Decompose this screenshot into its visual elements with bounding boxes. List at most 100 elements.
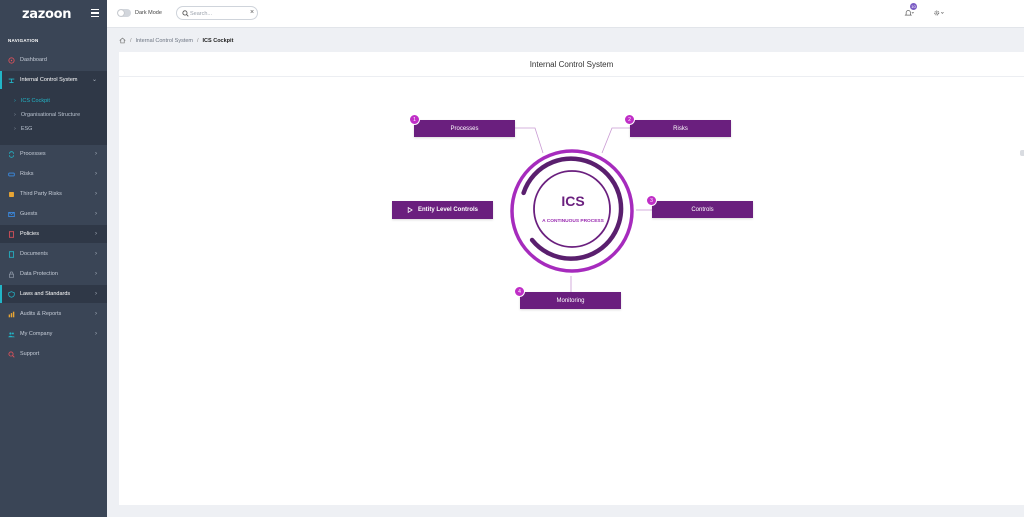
- chevron-right-icon: ›: [14, 98, 16, 104]
- topbar: Dark Mode × 10: [107, 0, 1024, 28]
- ics-center-title: ICS: [561, 193, 585, 209]
- control-system-icon: [8, 77, 15, 84]
- sidebar-item-label: My Company: [20, 331, 53, 337]
- sidebar-item-label: Data Protection: [20, 271, 58, 277]
- audits-icon: [8, 311, 15, 318]
- processes-icon: [8, 150, 15, 158]
- sidebar-item-label: Support: [20, 351, 40, 357]
- step-label: Risks: [673, 125, 688, 132]
- sidebar-item-data-protection[interactable]: Data Protection ›: [0, 265, 107, 283]
- close-icon[interactable]: ×: [250, 9, 254, 16]
- sidebar-item-label: Risks: [20, 171, 34, 177]
- sidebar-item-laws-and-standards[interactable]: Laws and Standards ›: [0, 285, 107, 303]
- support-icon: [8, 350, 15, 358]
- sidebar-item-label: Laws and Standards: [20, 291, 71, 297]
- step-number-badge: 3: [646, 195, 657, 206]
- sidebar-item-policies[interactable]: Policies ›: [0, 225, 107, 243]
- breadcrumb-separator: /: [197, 37, 199, 44]
- chevron-right-icon: ›: [95, 191, 97, 197]
- step-box-monitoring[interactable]: Monitoring: [520, 292, 621, 309]
- sidebar-item-label: Internal Control System: [20, 77, 78, 83]
- step-box-controls[interactable]: Controls: [652, 201, 753, 218]
- divider: [119, 76, 1024, 77]
- sidebar: zazoon NAVIGATION Dashboard Internal Con…: [0, 0, 107, 517]
- sidebar-item-dashboard[interactable]: Dashboard: [0, 51, 107, 69]
- search-input[interactable]: [190, 9, 248, 18]
- step-label: Processes: [450, 125, 479, 132]
- breadcrumb-link[interactable]: Internal Control System: [136, 38, 193, 44]
- sidebar-item-audits-reports[interactable]: Audits & Reports ›: [0, 305, 107, 323]
- subnav-item-label: ESG: [20, 126, 33, 132]
- chevron-right-icon: ›: [95, 251, 97, 257]
- search-icon: [182, 10, 189, 19]
- play-icon: [407, 207, 413, 213]
- chevron-right-icon: ›: [95, 171, 97, 177]
- chevron-right-icon: ›: [95, 231, 97, 237]
- dark-mode-toggle[interactable]: [117, 9, 131, 17]
- sidebar-item-documents[interactable]: Documents ›: [0, 245, 107, 263]
- sidebar-item-guests[interactable]: Guests ›: [0, 205, 107, 223]
- subnav-item-organisational-structure[interactable]: › Organisational Structure: [14, 112, 80, 118]
- sidebar-item-support[interactable]: Support: [0, 345, 107, 363]
- step-number-badge: 1: [409, 114, 420, 125]
- entity-level-controls-label: Entity Level Controls: [417, 207, 478, 213]
- ics-center-subtitle: A CONTINUOUS PROCESS: [542, 219, 604, 224]
- subnav-item-esg[interactable]: › ESG: [14, 126, 32, 132]
- sidebar-item-my-company[interactable]: My Company ›: [0, 325, 107, 343]
- company-icon: [8, 331, 15, 338]
- chevron-right-icon: ›: [95, 271, 97, 277]
- subnav-item-label: ICS Cockpit: [20, 98, 50, 104]
- chevron-right-icon: ›: [14, 126, 16, 132]
- sidebar-item-third-party-risks[interactable]: Third Party Risks ›: [0, 185, 107, 203]
- step-box-processes[interactable]: Processes: [414, 120, 515, 137]
- search-box: ×: [176, 6, 258, 20]
- chevron-down-icon: ⌄: [91, 77, 97, 83]
- content-card: Internal Control System: [119, 52, 1024, 505]
- gear-icon[interactable]: [933, 9, 945, 19]
- sidebar-item-label: Documents: [20, 251, 48, 257]
- notification-badge: 10: [910, 3, 917, 10]
- page-title: Internal Control System: [529, 60, 614, 69]
- hamburger-menu-icon[interactable]: [91, 9, 99, 17]
- breadcrumb-current: ICS Cockpit: [202, 37, 234, 44]
- chevron-right-icon: ›: [95, 151, 97, 157]
- sidebar-item-processes[interactable]: Processes ›: [0, 145, 107, 163]
- breadcrumb: / Internal Control System / ICS Cockpit: [119, 36, 233, 45]
- sidebar-item-label: Policies: [20, 231, 39, 237]
- sidebar-item-label: Third Party Risks: [20, 191, 62, 197]
- policies-icon: [8, 230, 15, 238]
- breadcrumb-separator: /: [130, 37, 132, 44]
- subnav-item-ics-cockpit[interactable]: › ICS Cockpit: [14, 98, 50, 104]
- sidebar-item-label: Dashboard: [20, 57, 47, 63]
- home-icon[interactable]: [119, 37, 126, 44]
- entity-level-controls-button[interactable]: Entity Level Controls: [392, 201, 493, 219]
- risks-icon: [8, 171, 15, 178]
- shield-icon: [8, 290, 15, 298]
- guests-icon: [8, 211, 15, 218]
- step-number-badge: 2: [624, 114, 635, 125]
- subnav: › ICS Cockpit › Organisational Structure ›…: [0, 89, 107, 145]
- documents-icon: [8, 250, 15, 258]
- step-label: Controls: [691, 206, 714, 213]
- scroll-handle[interactable]: [1020, 150, 1024, 156]
- sidebar-item-label: Audits & Reports: [20, 311, 62, 317]
- chevron-right-icon: ›: [95, 211, 97, 217]
- bell-icon[interactable]: [904, 9, 914, 19]
- dark-mode-label: Dark Mode: [135, 10, 162, 16]
- step-label: Monitoring: [556, 297, 585, 304]
- sidebar-item-label: Guests: [20, 211, 38, 217]
- sidebar-item-internal-control-system[interactable]: Internal Control System ⌄: [0, 71, 107, 89]
- sidebar-item-risks[interactable]: Risks ›: [0, 165, 107, 183]
- chevron-right-icon: ›: [95, 331, 97, 337]
- dashboard-icon: [8, 56, 15, 64]
- step-number-badge: 4: [514, 286, 525, 297]
- third-party-icon: [8, 191, 15, 198]
- step-box-risks[interactable]: Risks: [630, 120, 731, 137]
- chevron-right-icon: ›: [14, 112, 16, 118]
- chevron-right-icon: ›: [95, 311, 97, 317]
- chevron-right-icon: ›: [95, 291, 97, 297]
- nav-heading: NAVIGATION: [8, 38, 39, 43]
- sidebar-item-label: Processes: [20, 151, 46, 157]
- lock-icon: [8, 271, 15, 278]
- logo: zazoon: [22, 6, 72, 22]
